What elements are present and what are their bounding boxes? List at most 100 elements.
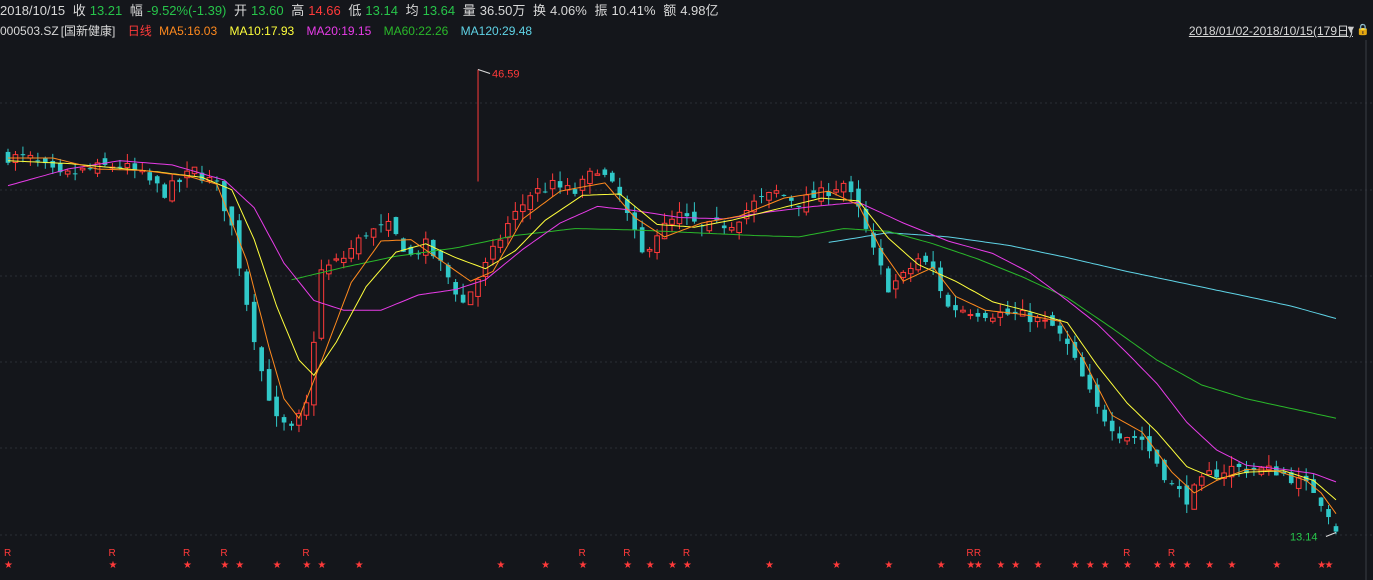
candle-body-down	[1087, 374, 1093, 390]
signal-markers: ★ ★ ★ ★ ★ ★ ★ ★ ★ ★ ★ ★ ★ ★ ★ ★ ★ ★ ★ ★ ★★ ★ ★ ★ ★ ★ ★ ★ ★ ★ ★ ★ ★ ★ ★★R R R…	[4, 548, 1334, 571]
candle-body-up	[579, 178, 586, 191]
amount-value: 4.98亿	[680, 3, 719, 18]
r-marker: R	[966, 548, 973, 559]
r-marker: R	[220, 548, 227, 559]
period-label[interactable]: 日线	[128, 24, 152, 38]
candle-body-up	[422, 238, 429, 256]
r-marker: R	[974, 548, 981, 559]
lock-icon[interactable]: 🔒	[1356, 24, 1370, 36]
candle-body-down	[1169, 483, 1175, 485]
candle-body-down	[251, 301, 257, 343]
candle-body-up	[527, 195, 534, 211]
candle-body-down	[572, 189, 578, 194]
candle-body-down	[848, 181, 854, 193]
close-label: 收	[72, 3, 86, 18]
candle-body-down	[945, 294, 951, 307]
star-marker: ★	[496, 560, 505, 571]
candle-body-up	[646, 248, 653, 252]
candle-body-up	[1042, 319, 1048, 322]
candle-body-down	[759, 196, 764, 198]
star-marker: ★	[183, 560, 192, 571]
candle-body-down	[289, 423, 294, 426]
candle-body-up	[505, 223, 511, 239]
candle-body-down	[781, 194, 787, 196]
ma5-legend: MA5:16.03	[159, 24, 218, 38]
candle-body-up	[333, 258, 340, 261]
dropdown-triangle-icon[interactable]: ▼	[1345, 24, 1356, 36]
candle-body-up	[818, 187, 825, 202]
candle-body-up	[1198, 476, 1205, 486]
candle-body-down	[1214, 469, 1219, 478]
star-marker: ★	[765, 560, 774, 571]
open-label: 开	[234, 3, 248, 18]
candle-body-down	[542, 191, 548, 193]
candle-body-up	[773, 190, 780, 194]
candle-body-down	[878, 247, 884, 266]
candle-body-up	[1124, 437, 1130, 442]
candle-body-up	[736, 221, 742, 234]
kline-chart[interactable]: 46.59 13.14 ★ ★ ★ ★ ★ ★ ★ ★ ★ ★ ★ ★ ★ ★ ★ ★ ★ ★ ★ ★ ★ ★ ★ ★ ★ ★ ★ ★…	[0, 40, 1373, 580]
candle-body-down	[244, 271, 250, 305]
candle-body-down	[886, 268, 891, 293]
r-marker: R	[1168, 548, 1175, 559]
candle-body-up	[355, 237, 362, 255]
candle-body-up	[1191, 484, 1198, 510]
candle-body-down	[1102, 409, 1108, 422]
candle-body-up	[997, 312, 1004, 318]
max-price-label: 46.59	[492, 69, 520, 81]
change-value: -9.52%(-1.39)	[146, 3, 227, 18]
candle-body-down	[214, 180, 220, 182]
amplitude-label: 振	[594, 3, 608, 18]
avg-value: 13.64	[422, 3, 456, 18]
candle-body-down	[147, 172, 153, 181]
candle-body-down	[1027, 312, 1033, 323]
high-label: 高	[291, 3, 305, 18]
avg-label: 均	[405, 3, 419, 18]
star-marker: ★	[578, 560, 587, 571]
candle-body-up	[900, 271, 907, 278]
ma10-legend: MA10:17.93	[229, 24, 295, 38]
candle-body-down	[35, 160, 41, 162]
date-range-link[interactable]: 2018/01/02-2018/10/15(179日)	[1189, 22, 1353, 40]
candle-body-up	[348, 248, 355, 259]
candle-body-down	[281, 417, 287, 423]
amplitude-value: 10.41%	[611, 3, 656, 18]
candle-body-down	[721, 225, 727, 229]
min-arrow	[1325, 532, 1337, 537]
candle-body-down	[789, 197, 794, 201]
star-marker: ★	[355, 560, 364, 571]
candle-body-up	[706, 221, 713, 232]
candle-body-down	[154, 176, 160, 184]
turnover-value: 4.06%	[549, 3, 587, 18]
star-marker: ★	[1034, 560, 1043, 571]
range-controls[interactable]: ▼🔒	[1345, 23, 1370, 36]
candle-body-up	[549, 179, 556, 190]
candle-body-down	[50, 160, 56, 168]
star-marker: ★	[541, 560, 550, 571]
candle-body-up	[893, 280, 899, 290]
r-marker: R	[4, 548, 11, 559]
candle-body-down	[117, 166, 123, 168]
change-label: 幅	[129, 3, 143, 18]
candle-body-down	[1139, 436, 1145, 440]
candle-body-up	[907, 268, 914, 275]
candle-body-up	[64, 170, 71, 175]
candle-body-up	[169, 180, 175, 202]
volume-value: 36.50万	[479, 3, 526, 18]
candle-body-down	[610, 172, 615, 182]
candle-body-down	[1318, 497, 1324, 506]
star-marker: ★	[1325, 560, 1334, 571]
candlestick-series	[5, 146, 1339, 535]
ma60-line	[291, 228, 1337, 419]
candle-body-down	[983, 312, 988, 318]
candle-body-down	[460, 294, 466, 303]
candle-body-up	[803, 194, 810, 213]
star-marker: ★	[1123, 560, 1132, 571]
candle-body-up	[587, 170, 593, 185]
star-marker: ★	[273, 560, 282, 571]
candle-body-down	[102, 158, 108, 165]
star-marker: ★	[832, 560, 841, 571]
candle-body-down	[87, 168, 93, 170]
candle-body-up	[124, 163, 131, 168]
candle-body-down	[274, 396, 279, 417]
